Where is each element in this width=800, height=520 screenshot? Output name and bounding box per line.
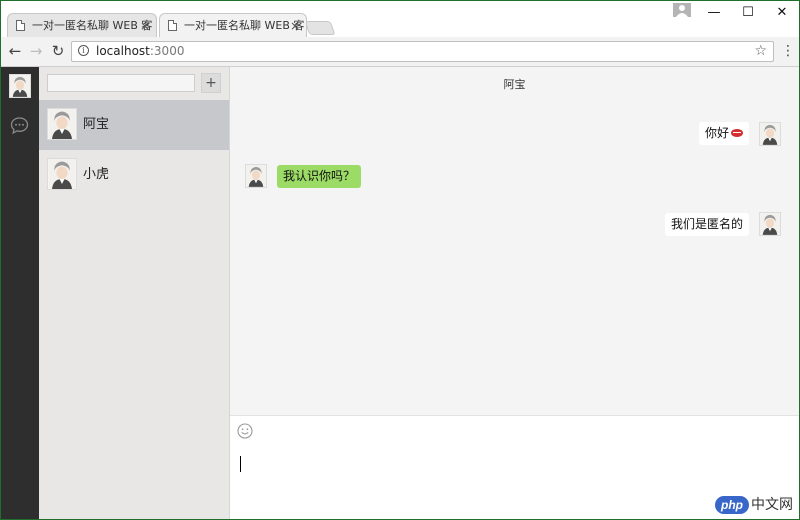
text-caret: [240, 456, 241, 472]
lips-icon: [731, 128, 743, 137]
chat-title: 阿宝: [503, 78, 526, 91]
contact-item[interactable]: 阿宝: [39, 100, 229, 150]
user-avatar-icon: [48, 159, 76, 189]
message-list: 你好 我认识你吗？ 我们是匿名的: [230, 103, 799, 413]
avatar: [759, 212, 781, 236]
close-window-button[interactable]: ✕: [765, 1, 799, 25]
chat-app: + 阿宝 小虎 阿宝 你好 我认识你吗？ 我们是匿名的 php 中文网: [1, 67, 799, 519]
search-input[interactable]: [47, 74, 195, 92]
icon-sidebar: [1, 67, 39, 519]
user-avatar-icon: [48, 109, 76, 139]
tab-title: 一对一匿名私聊 WEB 客: [32, 19, 153, 32]
contact-name: 小虎: [83, 167, 110, 182]
profile-icon[interactable]: [673, 3, 691, 17]
tab-close-icon[interactable]: ×: [290, 14, 300, 37]
document-icon: [168, 20, 177, 31]
user-avatar-icon: [760, 213, 780, 235]
contact-item[interactable]: 小虎: [39, 150, 229, 200]
tab-close-icon[interactable]: ×: [140, 14, 150, 37]
smiley-icon[interactable]: [237, 423, 253, 439]
forward-arrow-icon[interactable]: →: [25, 40, 47, 62]
user-avatar-icon: [246, 165, 266, 187]
browser-toolbar: ← → ↻ i localhost:3000 ☆ ⋮: [1, 37, 799, 67]
tab-strip: 一对一匿名私聊 WEB 客 × 一对一匿名私聊 WEB 客 × — ☐ ✕: [1, 1, 799, 37]
document-icon: [16, 20, 25, 31]
reload-icon[interactable]: ↻: [47, 40, 69, 62]
new-tab-button[interactable]: [304, 21, 336, 35]
message-text: 你好: [704, 126, 729, 140]
user-avatar-icon: [10, 75, 30, 97]
url-text: localhost:3000: [96, 42, 184, 61]
tab-title: 一对一匿名私聊 WEB 客: [184, 19, 305, 32]
tab-1[interactable]: 一对一匿名私聊 WEB 客 ×: [7, 13, 157, 37]
add-contact-button[interactable]: +: [201, 73, 221, 93]
browser-window: 一对一匿名私聊 WEB 客 × 一对一匿名私聊 WEB 客 × — ☐ ✕ ← …: [0, 0, 800, 520]
info-icon[interactable]: i: [78, 45, 89, 56]
address-bar[interactable]: i localhost:3000 ☆: [71, 41, 774, 62]
my-avatar[interactable]: [9, 74, 31, 98]
chat-bubble-icon[interactable]: [10, 116, 29, 135]
message-composer: php 中文网: [230, 415, 799, 519]
avatar: [759, 122, 781, 146]
url-host: localhost: [96, 44, 150, 58]
message-input[interactable]: [238, 452, 792, 516]
user-avatar-icon: [760, 123, 780, 145]
message-bubble: 我们是匿名的: [664, 213, 749, 236]
avatar: [245, 164, 267, 188]
watermark-logo-text: 中文网: [751, 496, 793, 512]
url-port: :3000: [149, 44, 185, 58]
watermark-logo-oval: php: [715, 496, 749, 514]
contact-name: 阿宝: [83, 117, 110, 132]
avatar: [47, 158, 77, 190]
chat-panel: 阿宝 你好 我认识你吗？ 我们是匿名的 php 中文网: [230, 67, 799, 519]
maximize-button[interactable]: ☐: [731, 1, 765, 25]
bookmark-star-icon[interactable]: ☆: [754, 42, 767, 61]
tab-2[interactable]: 一对一匿名私聊 WEB 客 ×: [159, 13, 307, 37]
message-bubble: 我认识你吗？: [277, 165, 362, 188]
message-text: 我们是匿名的: [670, 217, 743, 231]
back-arrow-icon[interactable]: ←: [4, 40, 26, 62]
browser-menu-icon[interactable]: ⋮: [781, 41, 795, 61]
minimize-button[interactable]: —: [697, 1, 731, 25]
person-icon: [676, 5, 688, 17]
message-text: 我认识你吗？: [283, 169, 356, 183]
avatar: [47, 108, 77, 140]
contact-list-panel: + 阿宝 小虎: [39, 67, 230, 519]
watermark-logo: php 中文网: [715, 494, 793, 514]
message-bubble: 你好: [698, 122, 749, 145]
